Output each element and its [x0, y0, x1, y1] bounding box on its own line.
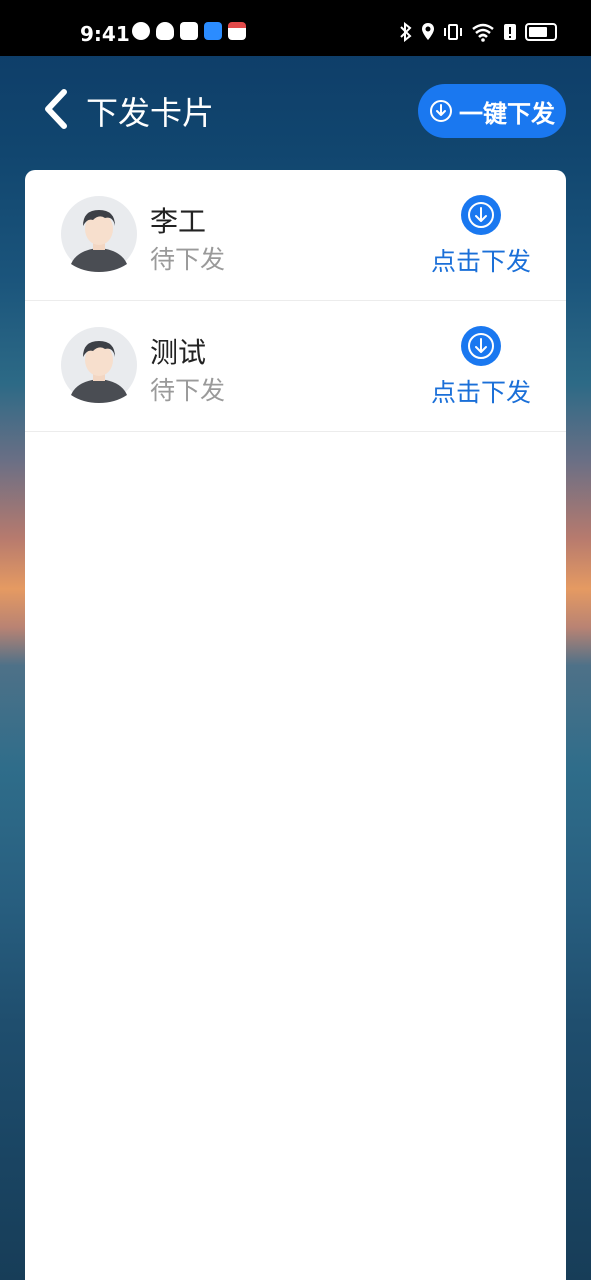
user-name: 李工 [150, 205, 207, 238]
user-name: 测试 [150, 336, 207, 369]
one-key-issue-button[interactable]: 一键下发 [418, 84, 566, 138]
alert-icon [504, 24, 516, 40]
download-circle-icon [461, 326, 501, 366]
issue-button-label: 点击下发 [430, 247, 531, 276]
location-icon [422, 23, 434, 40]
issue-status: 待下发 [150, 376, 226, 405]
vibrate-icon [444, 24, 462, 40]
issue-button[interactable]: 点击下发 [425, 325, 537, 407]
download-circle-icon [430, 100, 452, 122]
avatar [61, 196, 137, 272]
issue-button-label: 点击下发 [430, 378, 531, 407]
back-button[interactable] [40, 86, 76, 132]
shield-icon [204, 22, 222, 40]
avatar [61, 327, 137, 403]
one-key-issue-label: 一键下发 [459, 99, 555, 128]
notification-icons [132, 22, 246, 40]
mail-icon [180, 22, 198, 40]
page-title: 下发卡片 [86, 94, 215, 132]
status-time: 9:41 [80, 22, 130, 46]
status-bar: 9:41 [0, 0, 591, 56]
battery-icon [525, 23, 557, 41]
calendar-icon [228, 22, 246, 40]
list-item: 测试 待下发 点击下发 [25, 301, 566, 432]
wifi-icon [472, 23, 494, 42]
issue-button[interactable]: 点击下发 [425, 194, 537, 276]
download-circle-icon [461, 195, 501, 235]
globe-icon [132, 22, 150, 40]
card-list-panel: 李工 待下发 点击下发 测试 待下发 点击下发 [25, 170, 566, 1280]
qq-icon [156, 22, 174, 40]
header: 下发卡片 一键下发 [0, 56, 591, 166]
list-item: 李工 待下发 点击下发 [25, 170, 566, 301]
system-icons [399, 22, 557, 42]
bluetooth-icon [400, 22, 412, 42]
issue-status: 待下发 [150, 245, 226, 274]
